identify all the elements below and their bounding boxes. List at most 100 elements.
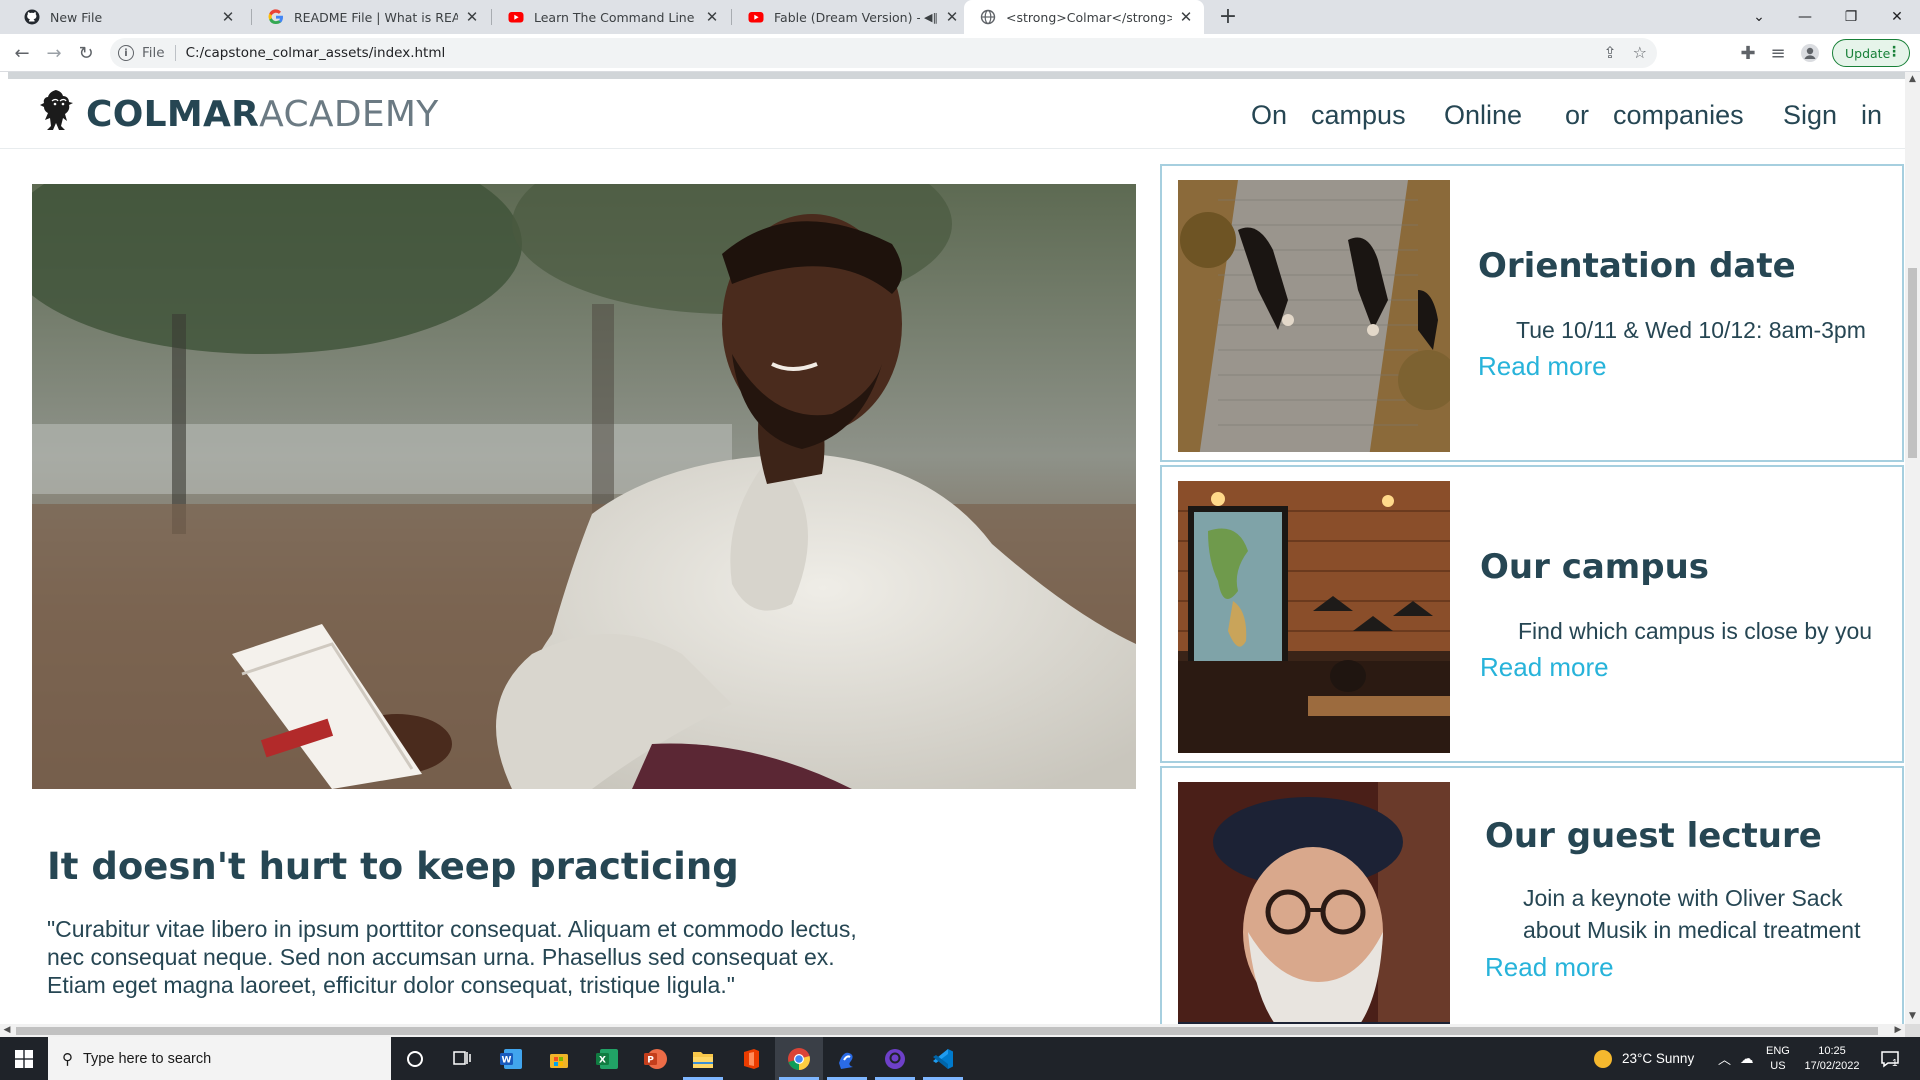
excel-icon[interactable]: X [583,1037,631,1080]
top-border-strip [8,72,1905,79]
card-description: Join a keynote with Oliver Sack about Mu… [1523,885,1861,943]
close-icon[interactable]: ✕ [464,8,480,26]
share-icon[interactable]: ⇪ [1603,43,1616,62]
lion-crest-icon [38,87,78,141]
info-icon[interactable]: i [118,45,134,61]
horizontal-scrollbar[interactable]: ◀ ▶ [0,1024,1905,1037]
window-close-button[interactable]: ✕ [1874,0,1920,34]
tab-title: Learn The Command Line Excursi [534,9,698,25]
update-button[interactable]: Update ⋮ [1832,39,1910,67]
tab-readme[interactable]: README File | What is README & ✕ [252,0,490,34]
weather-text: 23°C Sunny [1622,1051,1695,1066]
scroll-down-arrow-icon[interactable]: ▼ [1905,1009,1920,1024]
svg-text:X: X [599,1055,606,1065]
card-description: Tue 10/11 & Wed 10/12: 8am-3pm [1516,317,1866,343]
nav-word: companies [1613,99,1744,130]
scrollbar-thumb[interactable] [16,1027,1878,1035]
task-view-icon[interactable] [439,1037,487,1080]
microsoft-store-icon[interactable] [535,1037,583,1080]
minimize-button[interactable]: — [1782,0,1828,34]
card-title: Orientation date [1478,246,1796,286]
svg-text:W: W [502,1055,512,1065]
article-title: It doesn't hurt to keep practicing [47,845,739,888]
weather-widget[interactable]: 23°C Sunny [1594,1037,1694,1080]
vertical-scrollbar[interactable]: ▲ ▼ [1905,72,1920,1024]
address-bar[interactable]: i File C:/capstone_colmar_assets/index.h… [110,38,1657,68]
new-tab-button[interactable]: + [1215,4,1241,30]
word-icon[interactable]: W [487,1037,535,1080]
search-icon: ⚲ [62,1050,73,1068]
forward-button[interactable]: → [40,39,68,67]
language-indicator[interactable]: ENG US [1766,1037,1790,1080]
nav-on-campus[interactable]: On campus [1251,95,1406,135]
nav-word: Sign [1783,99,1838,130]
close-icon[interactable]: ✕ [220,8,236,26]
card-image-elderly-man [1178,782,1450,1054]
file-explorer-icon[interactable] [679,1037,727,1080]
article-text: "Curabitur vitae libero in ipsum porttit… [47,916,857,998]
media-control-icon[interactable]: ≡ [1764,39,1792,67]
clock-date: 17/02/2022 [1804,1059,1860,1072]
google-icon [268,9,284,25]
card-title: Our campus [1480,547,1710,587]
tab-command-line[interactable]: Learn The Command Line Excursi ✕ [492,0,730,34]
tab-title: New File [50,9,103,25]
cortana-icon[interactable] [391,1037,439,1080]
chrome-icon[interactable] [775,1037,823,1080]
office-icon[interactable] [727,1037,775,1080]
profile-avatar-icon[interactable] [1796,39,1824,67]
card-description: Find which campus is close by you [1518,618,1873,644]
tab-title: README File | What is README & [294,9,458,25]
nav-or-companies[interactable]: or companies [1565,95,1744,135]
github-desktop-icon[interactable] [871,1037,919,1080]
vscode-icon[interactable] [919,1037,967,1080]
tab-search-icon[interactable]: ⌄ [1736,0,1782,34]
tab-fable[interactable]: Fable (Dream Version) - YouT ◀‖ ✕ [732,0,970,34]
url-text[interactable]: C:/capstone_colmar_assets/index.html [186,45,446,61]
scroll-right-arrow-icon[interactable]: ▶ [1891,1024,1905,1037]
card-image-campus-cafe [1178,481,1450,753]
reload-button[interactable]: ↻ [72,39,100,67]
close-icon[interactable]: ✕ [944,8,960,26]
read-more-link[interactable]: Read more [1485,952,1614,983]
nav-online[interactable]: Online [1444,95,1522,135]
github-icon [24,9,40,25]
tab-strip: New File ✕ README File | What is README … [0,0,1920,34]
read-more-link[interactable]: Read more [1478,351,1607,382]
windows-start-icon[interactable] [0,1037,48,1080]
scrollbar-corner [1905,1024,1920,1037]
svg-text:P: P [647,1055,654,1065]
scroll-up-arrow-icon[interactable]: ▲ [1905,72,1920,87]
back-button[interactable]: ← [8,39,36,67]
restore-button[interactable]: ❐ [1828,0,1874,34]
powerpoint-icon[interactable]: P [631,1037,679,1080]
git-app-icon[interactable] [823,1037,871,1080]
scrollbar-thumb[interactable] [1908,268,1917,458]
site-logo[interactable]: COLMARACADEMY [38,88,439,140]
update-label: Update [1845,45,1891,61]
extensions-icon[interactable]: ✚ [1734,39,1762,67]
nav-word: On [1251,99,1288,130]
show-hidden-icons-chevron-icon[interactable]: ︿ [1718,1037,1731,1080]
clock[interactable]: 10:25 17/02/2022 [1800,1037,1864,1080]
close-icon[interactable]: ✕ [704,8,720,26]
read-more-link[interactable]: Read more [1480,652,1609,683]
bookmark-star-icon[interactable]: ☆ [1633,43,1647,62]
clock-time: 10:25 [1818,1044,1846,1057]
onedrive-cloud-icon[interactable]: ☁ [1740,1037,1754,1080]
speaker-mute-icon[interactable]: ◀‖ [924,11,938,24]
tab-title: <strong>Colmar</strong> Acad [1006,9,1172,25]
tab-new-file[interactable]: New File ✕ [8,0,246,34]
menu-kebab-icon[interactable]: ⋮ [1887,44,1901,60]
notification-center-icon[interactable]: 1 [1880,1037,1899,1080]
globe-icon [980,9,996,25]
card-title: Our guest lecture [1485,816,1822,856]
scroll-left-arrow-icon[interactable]: ◀ [0,1024,14,1037]
logo-bold-text: COLMAR [86,93,260,135]
tab-colmar[interactable]: <strong>Colmar</strong> Acad ✕ [964,0,1204,34]
nav-word: in [1861,99,1883,130]
nav-sign-in[interactable]: Sign in [1783,95,1882,135]
close-icon[interactable]: ✕ [1178,8,1194,26]
taskbar-search-input[interactable]: ⚲ Type here to search [48,1037,391,1080]
windows-taskbar: ⚲ Type here to search W X P 23°C Sunny ︿… [0,1037,1920,1080]
